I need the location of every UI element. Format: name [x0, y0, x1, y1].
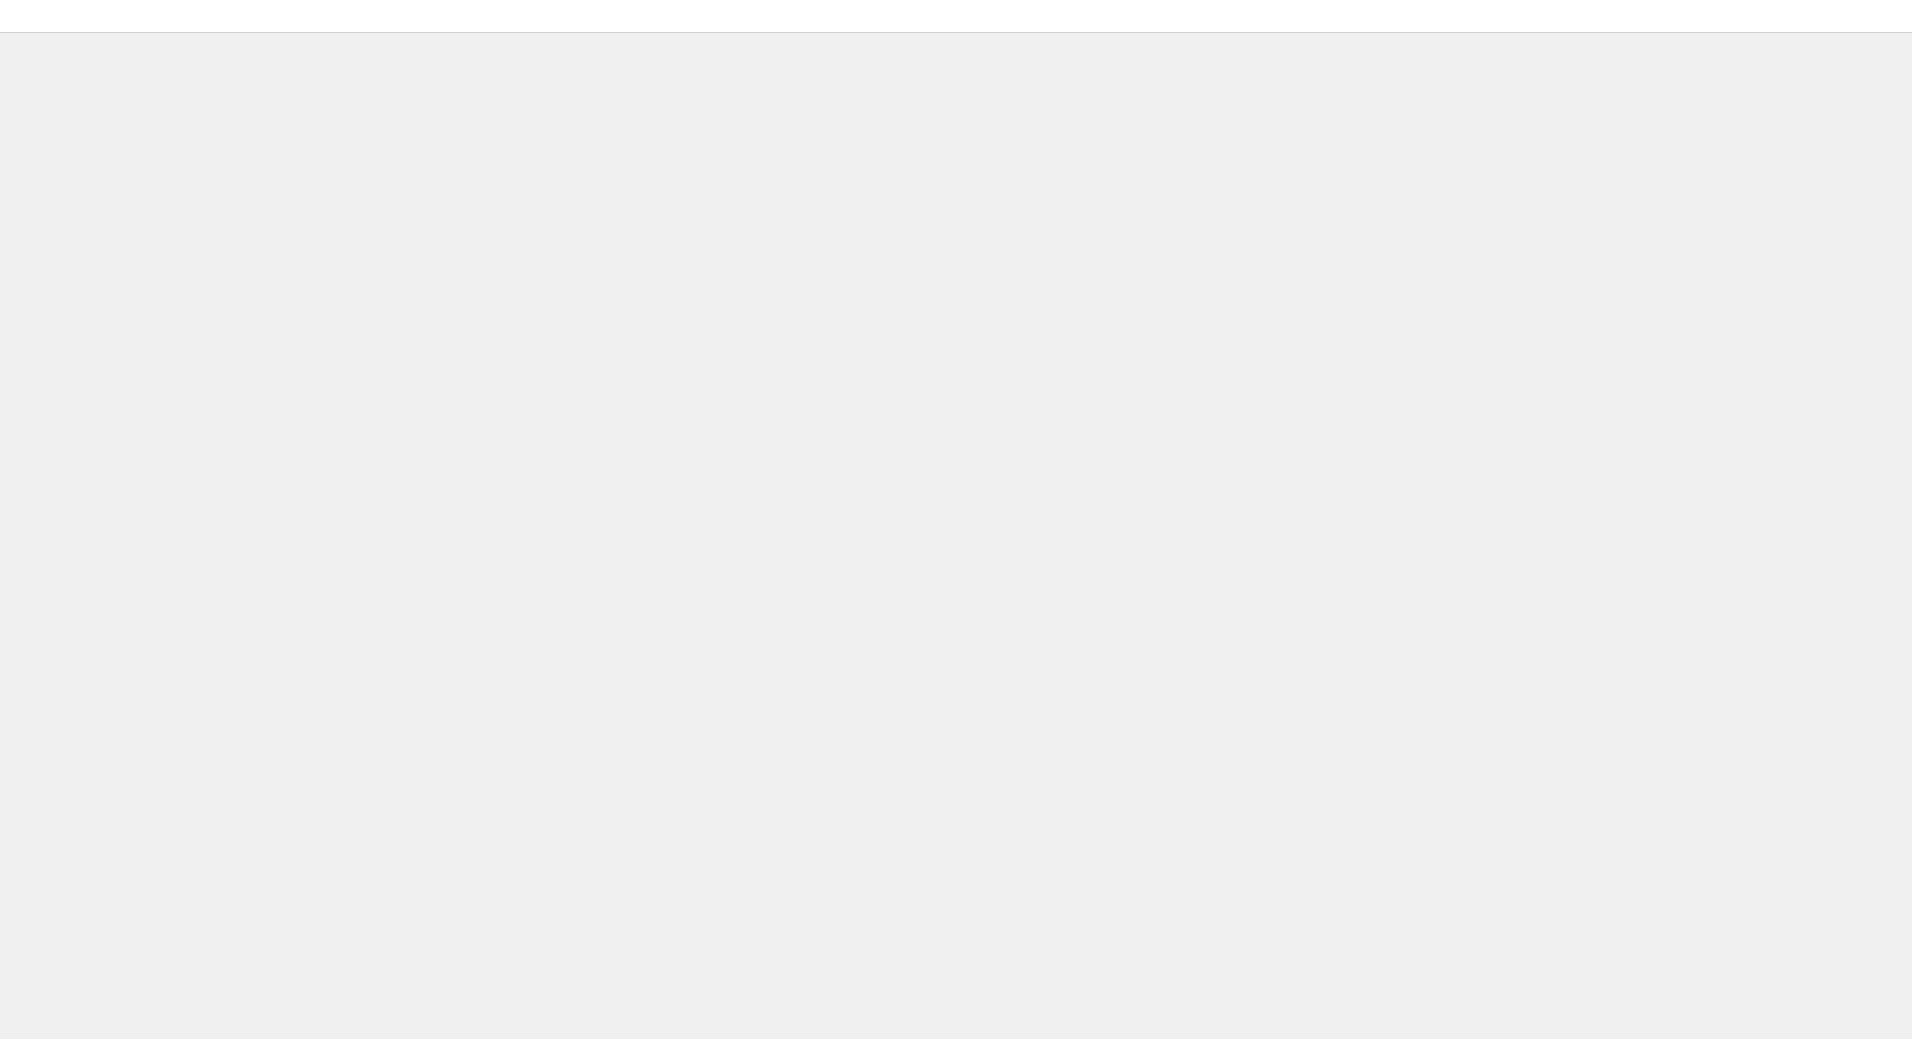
- app-window: [0, 0, 1912, 1039]
- main-content: [0, 33, 1912, 1039]
- title-bar: [0, 0, 1912, 33]
